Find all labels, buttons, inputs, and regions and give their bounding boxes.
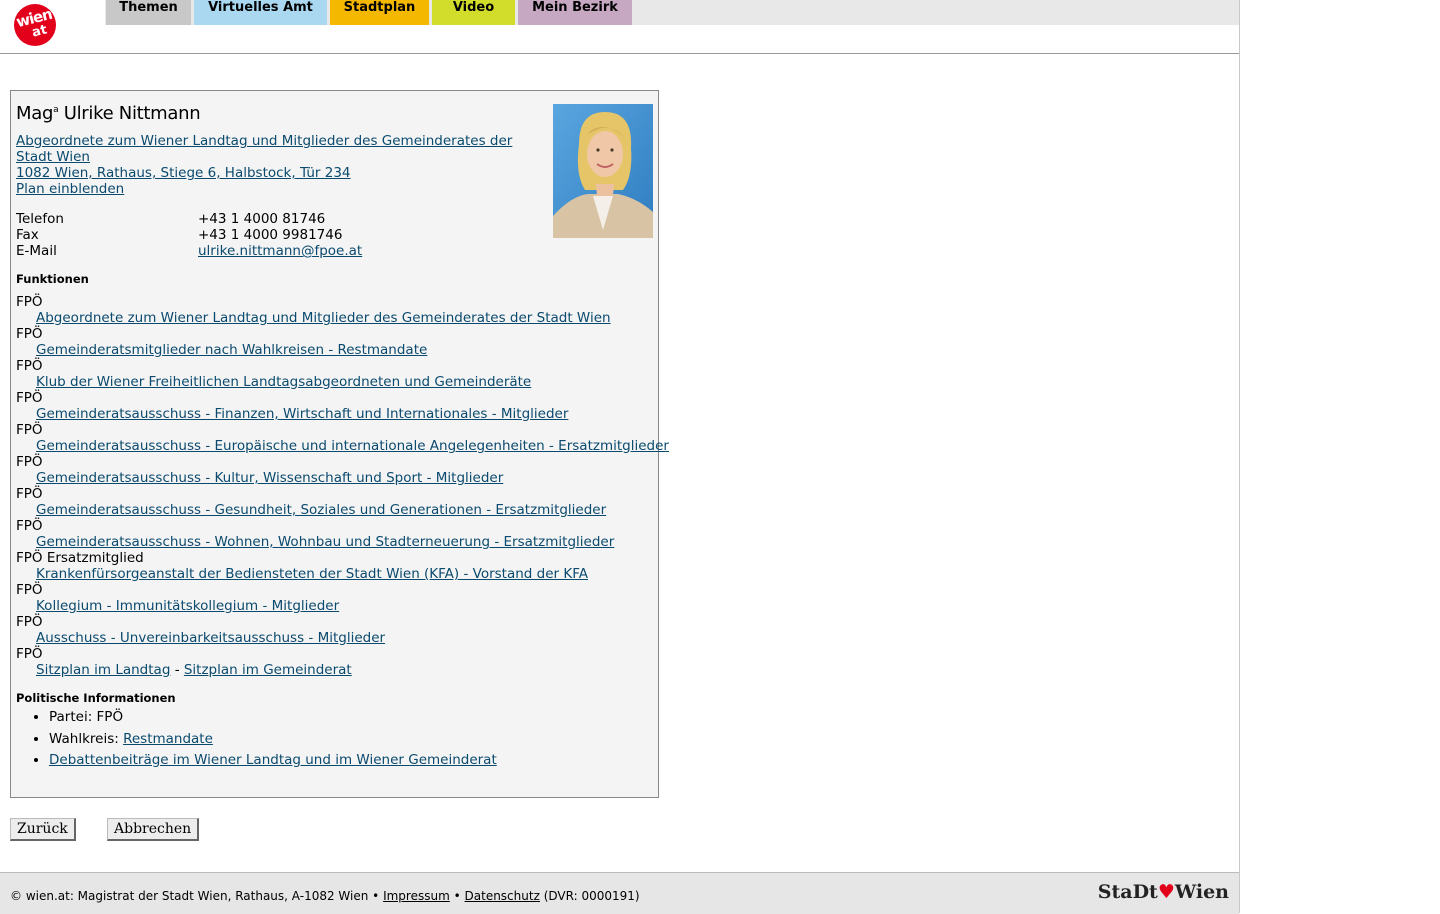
- function-party: FPÖ: [16, 486, 43, 502]
- functions-heading: Funktionen: [16, 272, 89, 286]
- function-party: FPÖ Ersatzmitglied: [16, 550, 144, 566]
- contact-label-fax: Fax: [16, 227, 39, 243]
- footer-text: © wien.at: Magistrat der Stadt Wien, Rat…: [10, 889, 640, 903]
- function-party: FPÖ: [16, 294, 43, 310]
- sitzplan-gemeinderat-link[interactable]: Sitzplan im Gemeinderat: [184, 662, 352, 678]
- footer-bullet: •: [453, 889, 461, 903]
- page: wien at Themen Virtuelles Amt Stadtplan …: [0, 0, 1240, 914]
- function-party: FPÖ: [16, 326, 43, 342]
- sitzplan-separator: -: [174, 662, 180, 678]
- brand-right: Wien: [1174, 881, 1229, 903]
- function-party: FPÖ: [16, 358, 43, 374]
- address-link[interactable]: 1082 Wien, Rathaus, Stiege 6, Halbstock,…: [16, 165, 351, 181]
- function-link[interactable]: Gemeinderatsausschuss - Wohnen, Wohnbau …: [36, 534, 614, 550]
- person-title: Mag: [16, 103, 54, 124]
- footer: © wien.at: Magistrat der Stadt Wien, Rat…: [0, 872, 1239, 914]
- brand-left: StaDt: [1097, 881, 1158, 903]
- email-link[interactable]: ulrike.nittmann@fpoe.at: [198, 243, 362, 259]
- nav-mein-bezirk[interactable]: Mein Bezirk: [518, 0, 632, 25]
- list-item-wahlkreis: Wahlkreis: Restmandate: [49, 731, 497, 753]
- copyright-text: © wien.at: Magistrat der Stadt Wien, Rat…: [10, 889, 380, 903]
- function-party: FPÖ: [16, 646, 43, 662]
- function-link[interactable]: Abgeordnete zum Wiener Landtag und Mitgl…: [36, 310, 611, 326]
- nav-themen[interactable]: Themen: [106, 0, 191, 25]
- wahlkreis-label: Wahlkreis:: [49, 730, 124, 747]
- function-party: FPÖ: [16, 614, 43, 630]
- person-photo: [553, 104, 653, 238]
- main-navigation: Themen Virtuelles Amt Stadtplan Video Me…: [105, 0, 1239, 25]
- function-party: FPÖ: [16, 422, 43, 438]
- political-info-list: Partei: FPÖ Wahlkreis: Restmandate Debat…: [49, 709, 497, 774]
- person-title-sup: a: [53, 105, 59, 115]
- function-link[interactable]: Gemeinderatsausschuss - Europäische und …: [36, 438, 669, 454]
- partei-text: Partei: FPÖ: [49, 709, 124, 725]
- list-item-partei: Partei: FPÖ: [49, 709, 497, 731]
- contact-label-email: E-Mail: [16, 243, 57, 259]
- sitzplan-landtag-link[interactable]: Sitzplan im Landtag: [36, 662, 170, 678]
- debatten-link[interactable]: Debattenbeiträge im Wiener Landtag und i…: [49, 752, 497, 768]
- function-party: FPÖ: [16, 582, 43, 598]
- nav-video[interactable]: Video: [432, 0, 515, 25]
- stadt-wien-logo[interactable]: StaDt♥Wien: [1098, 881, 1229, 903]
- function-link[interactable]: Ausschuss - Unvereinbarkeitsausschuss - …: [36, 630, 385, 646]
- function-link[interactable]: Krankenfürsorgeanstalt der Bediensteten …: [36, 566, 588, 582]
- plan-einblenden-link[interactable]: Plan einblenden: [16, 181, 124, 197]
- function-party: FPÖ: [16, 454, 43, 470]
- function-party: FPÖ: [16, 390, 43, 406]
- datenschutz-link[interactable]: Datenschutz: [465, 889, 540, 903]
- function-link[interactable]: Gemeinderatsmitglieder nach Wahlkreisen …: [36, 342, 427, 358]
- contact-value-phone: +43 1 4000 81746: [198, 211, 326, 227]
- impressum-link[interactable]: Impressum: [383, 889, 450, 903]
- function-link[interactable]: Gemeinderatsausschuss - Gesundheit, Sozi…: [36, 502, 606, 518]
- function-link[interactable]: Kollegium - Immunitätskollegium - Mitgli…: [36, 598, 339, 614]
- contact-label-phone: Telefon: [16, 211, 64, 227]
- function-party: FPÖ: [16, 518, 43, 534]
- back-button[interactable]: Zurück: [10, 818, 76, 841]
- function-link[interactable]: Klub der Wiener Freiheitlichen Landtagsa…: [36, 374, 531, 390]
- wahlkreis-link[interactable]: Restmandate: [123, 731, 213, 747]
- header: wien at Themen Virtuelles Amt Stadtplan …: [0, 0, 1239, 54]
- contact-value-fax: +43 1 4000 9981746: [198, 227, 343, 243]
- list-item-debatten: Debattenbeiträge im Wiener Landtag und i…: [49, 752, 497, 774]
- person-fullname: Ulrike Nittmann: [63, 103, 201, 124]
- nav-stadtplan[interactable]: Stadtplan: [330, 0, 429, 25]
- nav-virtuelles-amt[interactable]: Virtuelles Amt: [194, 0, 327, 25]
- sitzplan-row: Sitzplan im Landtag - Sitzplan im Gemein…: [36, 662, 352, 678]
- person-name: Maga Ulrike Nittmann: [16, 103, 201, 124]
- person-detail-card: Maga Ulrike Nittmann Abgeordnete zum Wie…: [10, 90, 669, 798]
- logo-text-at: at: [30, 22, 49, 41]
- function-link[interactable]: Gemeinderatsausschuss - Finanzen, Wirtsc…: [36, 406, 568, 422]
- heart-icon: ♥: [1157, 881, 1175, 903]
- political-info-heading: Politische Informationen: [16, 691, 176, 705]
- cancel-button[interactable]: Abbrechen: [107, 818, 200, 841]
- dvr-text: (DVR: 0000191): [543, 889, 640, 903]
- wien-at-logo[interactable]: wien at: [14, 4, 56, 46]
- function-link[interactable]: Gemeinderatsausschuss - Kultur, Wissensc…: [36, 470, 503, 486]
- role-link-line1[interactable]: Abgeordnete zum Wiener Landtag und Mitgl…: [16, 133, 512, 149]
- role-link-line2[interactable]: Stadt Wien: [16, 149, 90, 165]
